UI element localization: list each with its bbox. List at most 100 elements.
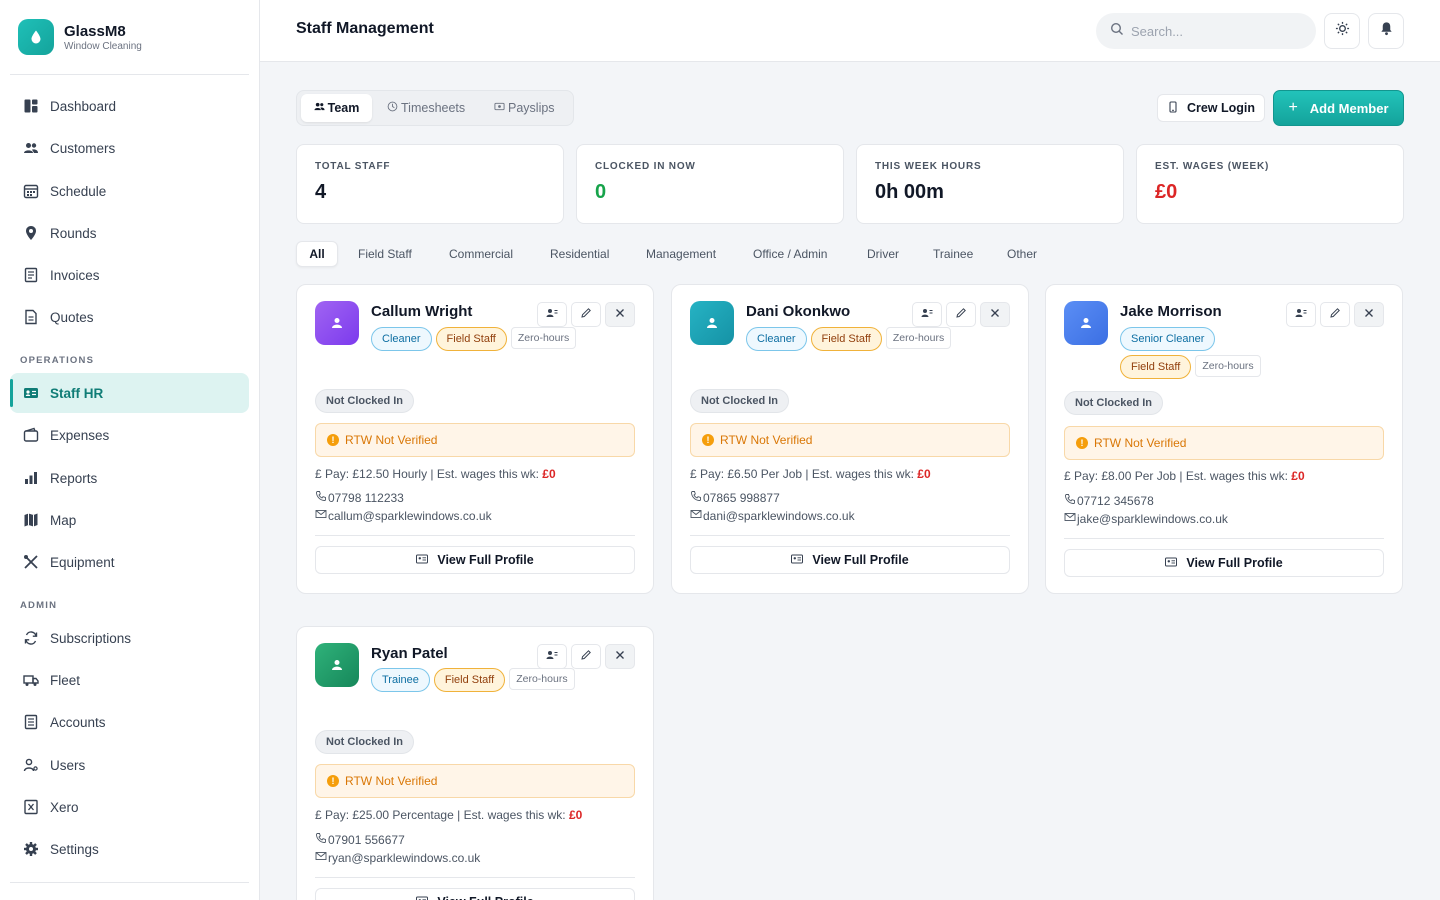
remove-button[interactable]	[980, 302, 1010, 327]
phone-icon	[1064, 493, 1077, 508]
filter-all[interactable]: All	[296, 241, 338, 267]
sidebar-item-label: Equipment	[50, 554, 115, 570]
sidebar-item-rounds[interactable]: Rounds	[10, 213, 249, 253]
tab-timesheets[interactable]: Timesheets	[387, 94, 465, 122]
sidebar-item-dashboard[interactable]: Dashboard	[10, 86, 249, 126]
staff-details-button[interactable]	[537, 644, 567, 669]
email-address[interactable]: callum@sparklewindows.co.uk	[328, 509, 492, 523]
edit-button[interactable]	[571, 302, 601, 327]
staff-card: Ryan Patel Trainee Field Staff Zero-hour…	[296, 626, 654, 900]
filter-field-staff[interactable]: Field Staff	[345, 241, 425, 267]
sidebar-item-xero[interactable]: Xero	[10, 787, 249, 827]
phone-number[interactable]: 07901 556677	[328, 833, 405, 847]
sidebar-item-customers[interactable]: Customers	[10, 128, 249, 168]
role-badge: Trainee	[371, 668, 430, 692]
sidebar-item-expenses[interactable]: Expenses	[10, 415, 249, 455]
sidebar-item-map[interactable]: Map	[10, 500, 249, 540]
warning-icon: !	[1076, 437, 1088, 449]
sidebar-item-fleet[interactable]: Fleet	[10, 660, 249, 700]
remove-button[interactable]	[605, 644, 635, 669]
pencil-icon	[1329, 306, 1341, 324]
sun-icon	[1335, 21, 1350, 41]
sidebar-item-schedule[interactable]: Schedule	[10, 171, 249, 211]
tab-payslips[interactable]: Payslips	[494, 94, 555, 122]
rtw-text: RTW Not Verified	[720, 433, 813, 447]
view-full-profile-button[interactable]: View Full Profile	[315, 546, 635, 574]
email-address[interactable]: jake@sparklewindows.co.uk	[1077, 512, 1228, 526]
pencil-icon	[580, 306, 592, 324]
phone-number[interactable]: 07865 998877	[703, 491, 780, 505]
brand[interactable]: GlassM8 Window Cleaning	[18, 19, 142, 55]
pay-rate: Pay: £6.50 Per Job	[700, 467, 803, 481]
add-member-button[interactable]: + Add Member	[1273, 90, 1404, 126]
group-badge: Field Staff	[1120, 355, 1192, 379]
file-icon	[23, 309, 39, 325]
filter-driver[interactable]: Driver	[854, 241, 912, 267]
calendar-icon	[23, 183, 39, 199]
map-icon	[23, 512, 39, 528]
search-input[interactable]	[1131, 23, 1301, 39]
stat-value: 0	[595, 181, 607, 203]
add-member-label: Add Member	[1309, 100, 1389, 116]
tab-team[interactable]: Team	[301, 94, 372, 122]
phone-number[interactable]: 07798 112233	[328, 491, 404, 505]
crew-login-button[interactable]: Crew Login	[1157, 94, 1265, 122]
view-profile-label: View Full Profile	[1186, 556, 1283, 570]
view-full-profile-button[interactable]: View Full Profile	[315, 888, 635, 900]
view-full-profile-button[interactable]: View Full Profile	[690, 546, 1010, 574]
phone-icon	[315, 832, 328, 847]
sidebar-item-label: Accounts	[50, 714, 106, 730]
bar-chart-icon	[23, 470, 39, 486]
status-badge: Not Clocked In	[1064, 391, 1164, 415]
filter-trainee[interactable]: Trainee	[920, 241, 986, 267]
sidebar-item-label: Settings	[50, 841, 99, 857]
sidebar-item-label: Map	[50, 512, 77, 528]
stat-value: 4	[315, 181, 327, 203]
email-address[interactable]: ryan@sparklewindows.co.uk	[328, 851, 480, 865]
filter-residential[interactable]: Residential	[537, 241, 622, 267]
filter-office-admin[interactable]: Office / Admin	[740, 241, 840, 267]
remove-button[interactable]	[605, 302, 635, 327]
staff-details-button[interactable]	[1286, 302, 1316, 327]
search-box[interactable]	[1096, 13, 1316, 49]
sidebar-item-quotes[interactable]: Quotes	[10, 297, 249, 337]
sidebar-item-accounts[interactable]: Accounts	[10, 702, 249, 742]
sidebar-item-equipment[interactable]: Equipment	[10, 542, 249, 582]
divider	[1064, 538, 1384, 539]
view-full-profile-button[interactable]: View Full Profile	[1064, 549, 1384, 577]
edit-button[interactable]	[946, 302, 976, 327]
notifications-button[interactable]	[1368, 13, 1404, 49]
sidebar-item-staff-hr[interactable]: Staff HR	[10, 373, 249, 413]
sidebar-item-reports[interactable]: Reports	[10, 458, 249, 498]
close-icon	[989, 306, 1001, 324]
contract-badge: Zero-hours	[1195, 355, 1261, 377]
email-address[interactable]: dani@sparklewindows.co.uk	[703, 509, 855, 523]
sidebar: GlassM8 Window Cleaning Dashboard Custom…	[0, 0, 260, 900]
brand-subtitle: Window Cleaning	[64, 40, 142, 52]
staff-details-button[interactable]	[912, 302, 942, 327]
filter-management[interactable]: Management	[633, 241, 729, 267]
theme-toggle-button[interactable]	[1324, 13, 1360, 49]
edit-button[interactable]	[571, 644, 601, 669]
remove-button[interactable]	[1354, 302, 1384, 327]
phone-number[interactable]: 07712 345678	[1077, 494, 1154, 508]
sidebar-item-invoices[interactable]: Invoices	[10, 255, 249, 295]
filter-commercial[interactable]: Commercial	[436, 241, 526, 267]
contract-badge: Zero-hours	[509, 668, 575, 690]
map-pin-icon	[23, 225, 39, 241]
tab-label: Timesheets	[401, 101, 466, 115]
tab-label: Team	[327, 101, 360, 115]
sidebar-item-settings[interactable]: Settings	[10, 829, 249, 869]
sidebar-item-subscriptions[interactable]: Subscriptions	[10, 618, 249, 658]
edit-button[interactable]	[1320, 302, 1350, 327]
phone-row: 07712 345678	[1064, 493, 1154, 508]
avatar	[315, 643, 359, 687]
filter-other[interactable]: Other	[994, 241, 1050, 267]
warning-icon: !	[327, 434, 339, 446]
staff-details-button[interactable]	[537, 302, 567, 327]
invoice-icon	[23, 267, 39, 283]
sidebar-item-users[interactable]: Users	[10, 745, 249, 785]
view-tabs: Team Timesheets Payslips	[296, 90, 574, 126]
stat-value: 0h 00m	[875, 181, 944, 203]
mail-icon	[1064, 511, 1077, 526]
